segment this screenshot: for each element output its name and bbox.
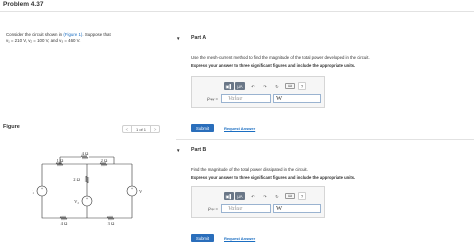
v1-plus: + (41, 186, 44, 191)
part-b-variable-label: pₙᵢₛ = (208, 206, 218, 211)
units-mu-button[interactable]: μA (235, 82, 245, 90)
part-b-question: Find the magnitude of the total power di… (191, 167, 308, 172)
figure-pager: < 1 of 1 > (122, 125, 161, 133)
part-b-request-answer-link[interactable]: Request Answer (224, 236, 255, 241)
label-r-top: 4 Ω (82, 152, 89, 156)
part-b-answer-box: ▣▌ μA ↶ ↷ ↻ ⌨ ? pₙᵢₛ = Value W (191, 186, 325, 218)
part-a: ▼ Part A Use the mesh-current method to … (176, 34, 474, 132)
label-v2: V₂ (74, 199, 79, 204)
part-b: ▼ Part B Find the magnitude of the total… (176, 146, 474, 242)
part-a-submit-button[interactable]: Submit (191, 124, 214, 132)
intro-text-end: . Suppose that (82, 32, 111, 37)
part-a-actions: Submit Request Answer (191, 124, 255, 132)
v2-plus: + (86, 196, 89, 201)
part-divider (176, 139, 474, 140)
units-mu-button[interactable]: μA (235, 192, 245, 200)
part-b-toolbar: ▣▌ μA ↶ ↷ ↻ ⌨ ? (224, 192, 306, 200)
v3-plus: + (131, 186, 134, 191)
part-b-value-input[interactable]: Value (221, 204, 271, 213)
figure-link[interactable]: (Figure 1) (63, 32, 82, 37)
part-b-header[interactable]: ▼ Part B (176, 146, 474, 154)
problem-title: Problem 4.37 (3, 1, 44, 8)
label-r-mid: 2 Ω (101, 158, 108, 163)
undo-icon[interactable]: ↶ (248, 82, 258, 90)
keyboard-icon[interactable]: ⌨ (285, 193, 295, 199)
collapse-caret-icon[interactable]: ▼ (176, 36, 184, 41)
redo-icon[interactable]: ↷ (260, 82, 270, 90)
label-r-bottom-left: 4 Ω (61, 221, 68, 226)
problem-intro: Consider the circuit shown in (Figure 1)… (6, 32, 171, 44)
part-b-submit-button[interactable]: Submit (191, 234, 214, 242)
label-v3: V₃ (139, 189, 142, 194)
templates-button[interactable]: ▣▌ (224, 192, 234, 200)
part-a-request-answer-link[interactable]: Request Answer (224, 126, 255, 131)
part-a-input-row: pₙₑᵥ = Value W (198, 94, 321, 103)
templates-button[interactable]: ▣▌ (224, 82, 234, 90)
part-a-instruction: Express your answer to three significant… (191, 63, 356, 68)
part-a-answer-box: ▣▌ μA ↶ ↷ ↻ ⌨ ? pₙₑᵥ = Value W (191, 76, 325, 108)
problem-header: Problem 4.37 (0, 0, 474, 12)
reset-icon[interactable]: ↻ (272, 82, 282, 90)
label-r-bottom-right: 3 Ω (108, 221, 115, 226)
help-icon[interactable]: ? (298, 192, 306, 200)
part-a-question: Use the mesh-current method to find the … (191, 55, 370, 60)
part-a-header[interactable]: ▼ Part A (176, 34, 474, 42)
reset-icon[interactable]: ↻ (272, 192, 282, 200)
part-a-variable-label: pₙₑᵥ = (207, 96, 218, 101)
circuit-diagram: + + + 4 Ω 1 Ω 2 Ω 2 Ω 4 Ω 3 Ω V₁ V₂ V₃ (32, 152, 142, 226)
part-b-input-row: pₙᵢₛ = Value W (198, 204, 321, 213)
pager-prev-button[interactable]: < (123, 126, 131, 132)
keyboard-icon[interactable]: ⌨ (285, 83, 295, 89)
part-a-unit-input[interactable]: W (273, 94, 321, 103)
label-v1: V₁ (32, 189, 34, 194)
part-b-unit-input[interactable]: W (273, 204, 321, 213)
help-icon[interactable]: ? (298, 82, 306, 90)
intro-text: Consider the circuit shown in (6, 32, 64, 37)
part-a-toolbar: ▣▌ μA ↶ ↷ ↻ ⌨ ? (224, 82, 306, 90)
figure-label: Figure (3, 124, 20, 130)
label-r-left: 1 Ω (57, 158, 64, 163)
part-b-instruction: Express your answer to three significant… (191, 175, 356, 180)
part-a-value-input[interactable]: Value (221, 94, 271, 103)
pager-count: 1 of 1 (131, 126, 152, 132)
label-r-center: 2 Ω (73, 177, 80, 182)
part-b-title: Part B (191, 147, 207, 153)
collapse-caret-icon[interactable]: ▼ (176, 148, 184, 153)
part-b-actions: Submit Request Answer (191, 234, 255, 242)
pager-next-button[interactable]: > (151, 126, 159, 132)
intro-line-2: v₁ = 210 V, v₂ = 100 V, and v₃ = 460 V. (6, 38, 81, 43)
redo-icon[interactable]: ↷ (260, 192, 270, 200)
part-a-title: Part A (191, 35, 207, 41)
undo-icon[interactable]: ↶ (248, 192, 258, 200)
